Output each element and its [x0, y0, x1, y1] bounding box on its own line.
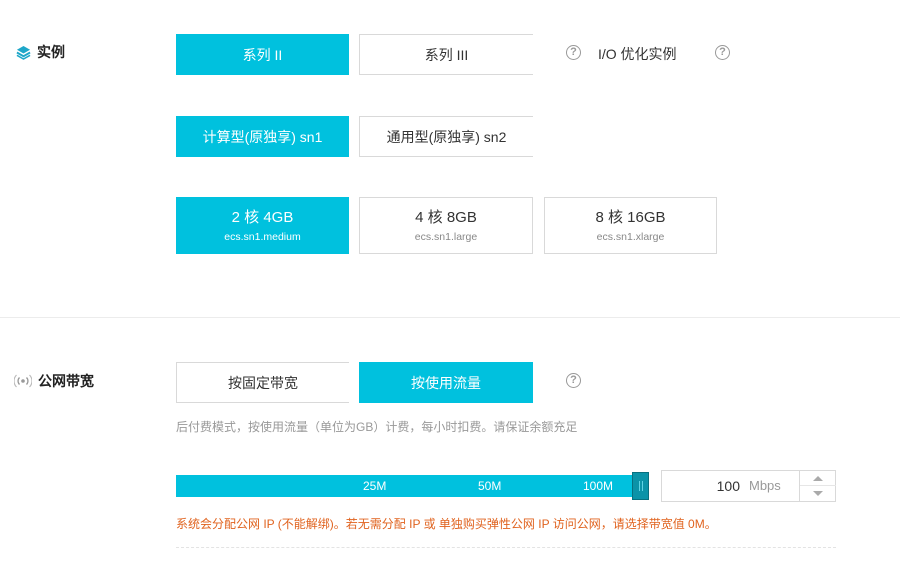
instance-label: 实例: [37, 44, 65, 60]
instance-section-label: 实例: [16, 42, 65, 62]
broadcast-icon: [14, 374, 32, 388]
bandwidth-unit: Mbps: [749, 478, 781, 493]
arrow-up-icon: [813, 475, 823, 481]
slider-tick-label: 50M: [478, 479, 502, 493]
bandwidth-section-label: 公网带宽: [14, 371, 94, 391]
bandwidth-input[interactable]: [662, 471, 744, 501]
family-sn1-option[interactable]: 计算型(原独享) sn1: [176, 116, 349, 157]
spec-main-label: 8 核 16GB: [595, 208, 666, 226]
billing-help-icon[interactable]: ?: [566, 373, 581, 388]
dashed-divider: [176, 547, 836, 548]
series-iii-option[interactable]: 系列 III: [359, 34, 533, 75]
bandwidth-input-group: Mbps: [661, 470, 836, 502]
bandwidth-slider-track[interactable]: 25M 50M 100M: [176, 475, 646, 497]
spec-main-label: 4 核 8GB: [415, 208, 477, 226]
ip-warning-text: 系统会分配公网 IP (不能解绑)。若无需分配 IP 或 单独购买弹性公网 IP…: [176, 517, 717, 531]
increment-button[interactable]: [800, 471, 836, 486]
spec-option[interactable]: 2 核 4GB ecs.sn1.medium: [176, 197, 349, 254]
layers-icon: [16, 45, 31, 60]
io-optimized-label: I/O 优化实例: [598, 46, 677, 62]
family-sn2-option[interactable]: 通用型(原独享) sn2: [359, 116, 533, 157]
slider-tick-label: 25M: [363, 479, 387, 493]
arrow-down-icon: [813, 491, 823, 496]
billing-description: 后付费模式，按使用流量（单位为GB）计费，每小时扣费。请保证余额充足: [176, 420, 578, 434]
spec-option[interactable]: 4 核 8GB ecs.sn1.large: [359, 197, 533, 254]
bandwidth-stepper: [799, 471, 836, 501]
spec-sub-label: ecs.sn1.large: [414, 230, 478, 243]
spec-main-label: 2 核 4GB: [231, 208, 294, 226]
series-help-icon[interactable]: ?: [566, 45, 581, 60]
pay-by-traffic-option[interactable]: 按使用流量: [359, 362, 533, 403]
io-optimized-help-icon[interactable]: ?: [715, 45, 730, 60]
series-ii-option[interactable]: 系列 II: [176, 34, 349, 75]
slider-handle[interactable]: [632, 472, 649, 500]
spec-sub-label: ecs.sn1.xlarge: [596, 230, 665, 243]
section-divider: [0, 317, 900, 318]
spec-option[interactable]: 8 核 16GB ecs.sn1.xlarge: [544, 197, 717, 254]
bandwidth-label: 公网带宽: [38, 373, 94, 389]
spec-sub-label: ecs.sn1.medium: [224, 230, 301, 243]
slider-tick-label: 100M: [583, 479, 614, 493]
fixed-bandwidth-option[interactable]: 按固定带宽: [176, 362, 349, 403]
decrement-button[interactable]: [800, 486, 836, 501]
